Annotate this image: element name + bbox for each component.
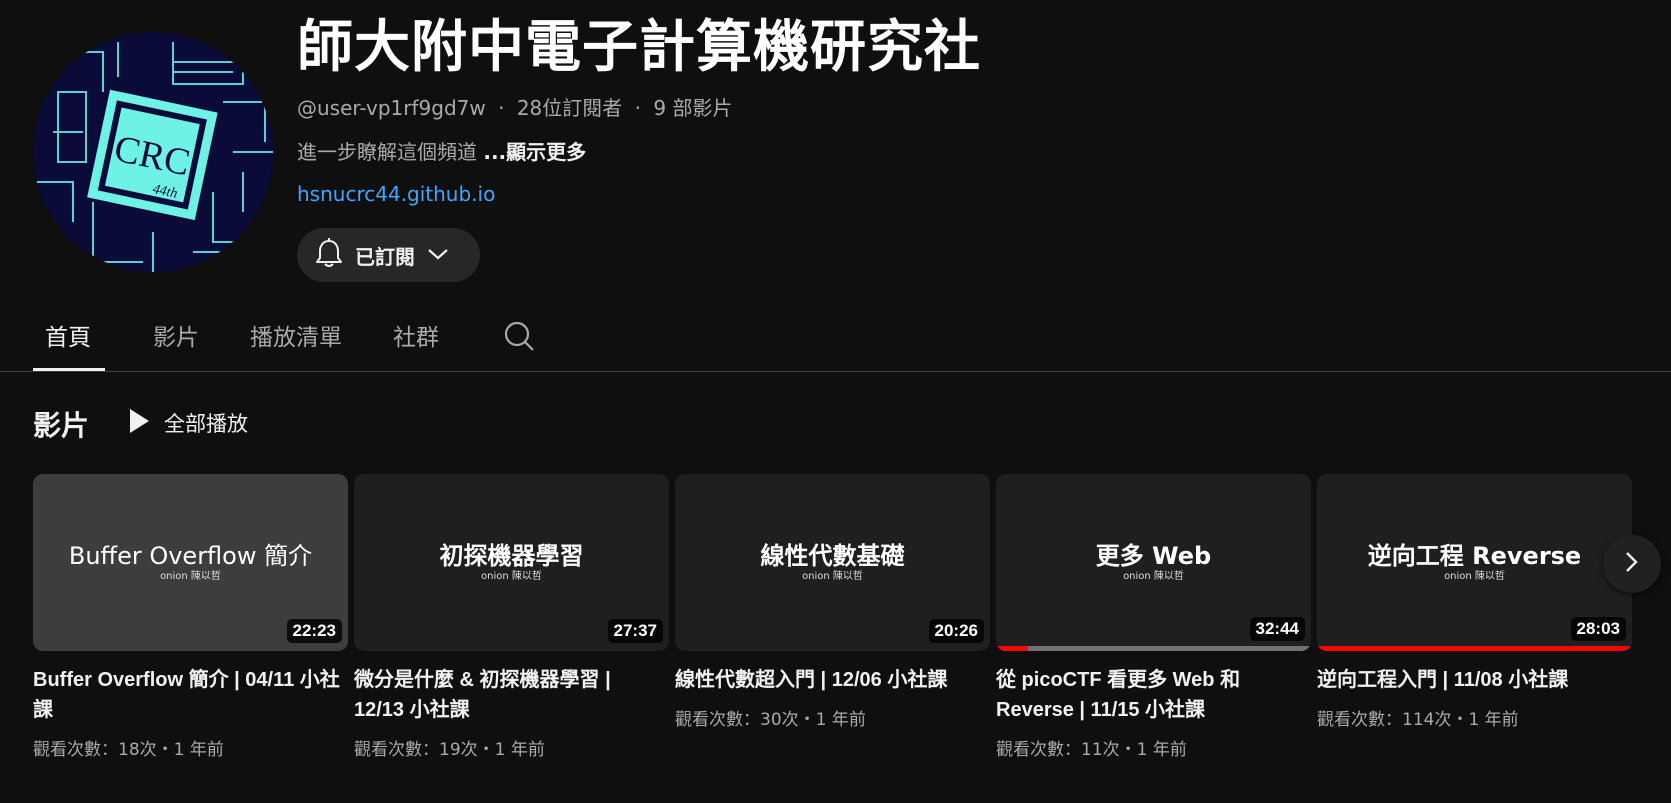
video-meta: 觀看次數：30次・1 年前 <box>675 710 866 730</box>
bell-icon <box>315 238 343 272</box>
video-meta: 觀看次數：114次・1 年前 <box>1317 710 1519 730</box>
channel-external-link[interactable]: hsnucrc44.github.io <box>297 182 495 206</box>
video-meta: 觀看次數：11次・1 年前 <box>996 740 1187 760</box>
video-card[interactable]: 逆向工程 Reverse onion 陳以哲 28:03 逆向工程入門 | 11… <box>1317 474 1632 730</box>
video-title[interactable]: 從 picoCTF 看更多 Web 和 Reverse | 11/15 小社課 <box>996 665 1306 725</box>
thumbnail-subtitle: onion 陳以哲 <box>802 571 863 582</box>
description-text: 進一步瞭解這個頻道 <box>297 140 477 164</box>
watch-progress-bar <box>996 646 1311 651</box>
video-title[interactable]: 逆向工程入門 | 11/08 小社課 <box>1317 665 1627 695</box>
meta-separator: ‧ <box>498 96 505 120</box>
video-count: 9 部影片 <box>653 96 733 120</box>
video-card[interactable]: 初探機器學習 onion 陳以哲 27:37 微分是什麼 & 初探機器學習 | … <box>354 474 669 760</box>
thumbnail-title: 逆向工程 Reverse <box>1367 542 1582 570</box>
channel-description[interactable]: 進一步瞭解這個頻道 ...顯示更多 <box>297 136 586 165</box>
video-meta: 觀看次數：19次・1 年前 <box>354 740 545 760</box>
watch-progress-bar <box>1317 646 1632 651</box>
meta-separator: ‧ <box>634 96 641 120</box>
video-card[interactable]: 更多 Web onion 陳以哲 32:44 從 picoCTF 看更多 Web… <box>996 474 1311 760</box>
avatar-logo: CRC 44th <box>33 32 273 272</box>
watch-progress-fill <box>1317 646 1632 651</box>
play-all-label: 全部播放 <box>164 412 248 436</box>
thumbnail-subtitle: onion 陳以哲 <box>1444 571 1505 582</box>
duration-badge: 28:03 <box>1570 617 1626 641</box>
carousel-next-button[interactable] <box>1603 535 1661 593</box>
tab-community[interactable]: 社群 <box>393 318 439 352</box>
thumbnail-subtitle: onion 陳以哲 <box>160 571 221 582</box>
chevron-right-icon <box>1624 550 1640 578</box>
video-card[interactable]: 線性代數基礎 onion 陳以哲 20:26 線性代數超入門 | 12/06 小… <box>675 474 990 730</box>
chevron-down-icon <box>427 246 449 265</box>
video-thumbnail[interactable]: 線性代數基礎 onion 陳以哲 20:26 <box>675 474 990 651</box>
tab-videos[interactable]: 影片 <box>153 318 199 352</box>
thumbnail-title: 線性代數基礎 <box>760 542 905 570</box>
thumbnail-subtitle: onion 陳以哲 <box>481 571 542 582</box>
watch-progress-fill <box>996 646 1028 651</box>
channel-tabs: 首頁 影片 播放清單 社群 <box>0 300 1671 372</box>
tab-home[interactable]: 首頁 <box>45 318 91 352</box>
play-all-button[interactable]: 全部播放 <box>128 408 248 438</box>
thumbnail-title: Buffer Overflow 簡介 <box>68 542 313 570</box>
video-title[interactable]: 線性代數超入門 | 12/06 小社課 <box>675 665 985 695</box>
video-card[interactable]: Buffer Overflow 簡介 onion 陳以哲 22:23 Buffe… <box>33 474 348 760</box>
show-more-link[interactable]: ...顯示更多 <box>483 140 586 164</box>
channel-avatar: CRC 44th <box>33 32 273 272</box>
thumbnail-title: 初探機器學習 <box>439 542 584 570</box>
subscriber-count: 28位訂閱者 <box>516 96 623 120</box>
duration-badge: 27:37 <box>607 619 663 643</box>
video-thumbnail[interactable]: 初探機器學習 onion 陳以哲 27:37 <box>354 474 669 651</box>
duration-badge: 20:26 <box>928 619 984 643</box>
play-icon <box>128 408 150 438</box>
video-thumbnail[interactable]: 更多 Web onion 陳以哲 32:44 <box>996 474 1311 651</box>
duration-badge: 32:44 <box>1249 617 1305 641</box>
section-title: 影片 <box>33 409 90 442</box>
video-meta: 觀看次數：18次・1 年前 <box>33 740 224 760</box>
channel-meta: @user-vp1rf9gd7w ‧ 28位訂閱者 ‧ 9 部影片 <box>297 92 732 121</box>
thumbnail-title: 更多 Web <box>1095 542 1212 570</box>
subscribed-label: 已訂閱 <box>355 244 415 269</box>
search-icon[interactable] <box>503 320 535 356</box>
tab-playlists[interactable]: 播放清單 <box>250 318 342 352</box>
video-thumbnail[interactable]: Buffer Overflow 簡介 onion 陳以哲 22:23 <box>33 474 348 651</box>
active-tab-indicator <box>33 368 105 371</box>
duration-badge: 22:23 <box>286 619 342 643</box>
thumbnail-subtitle: onion 陳以哲 <box>1123 571 1184 582</box>
subscribed-button[interactable]: 已訂閱 <box>297 228 480 282</box>
video-title[interactable]: Buffer Overflow 簡介 | 04/11 小社課 <box>33 665 343 725</box>
channel-name: 師大附中電子計算機研究社 <box>297 15 981 80</box>
video-thumbnail[interactable]: 逆向工程 Reverse onion 陳以哲 28:03 <box>1317 474 1632 651</box>
video-title[interactable]: 微分是什麼 & 初探機器學習 | 12/13 小社課 <box>354 665 664 725</box>
channel-handle: @user-vp1rf9gd7w <box>297 96 486 120</box>
